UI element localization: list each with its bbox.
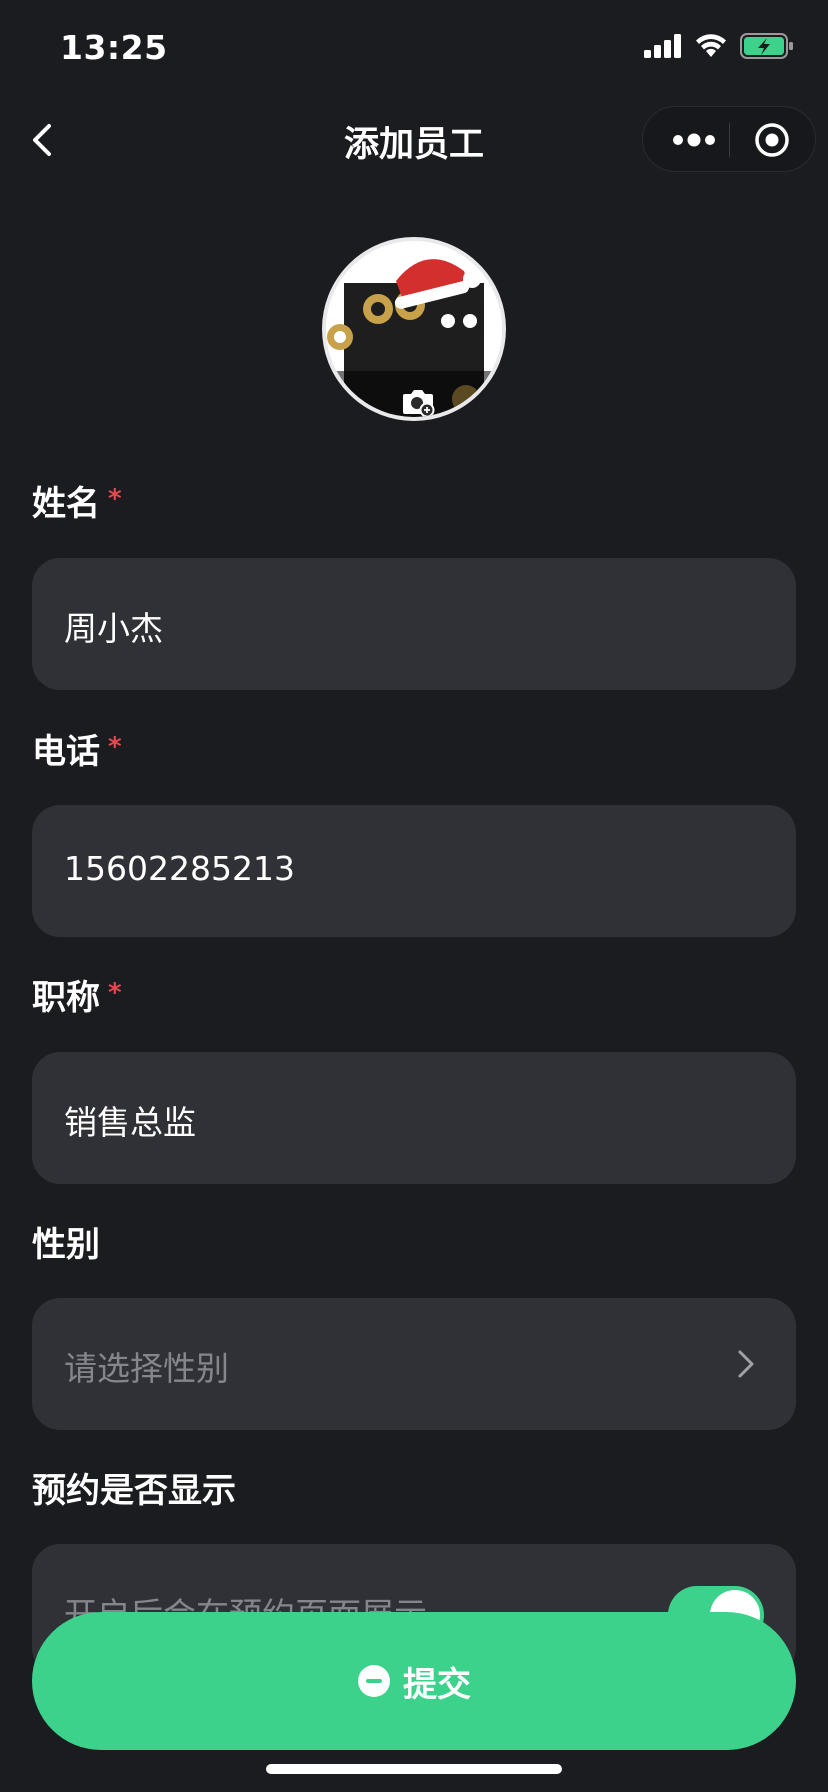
job-title-value: 销售总监 [64, 1103, 196, 1142]
submit-label: 提交 [403, 1664, 471, 1705]
gender-label: 性别 [32, 1217, 100, 1266]
signal-icon [644, 34, 681, 58]
home-indicator [266, 1764, 562, 1774]
gender-placeholder: 请选择性别 [64, 1349, 229, 1388]
gender-label-text: 性别 [32, 1225, 100, 1265]
status-time: 13:25 [60, 28, 168, 67]
close-target-icon[interactable] [753, 121, 791, 159]
mini-program-capsule [642, 106, 816, 172]
gender-select[interactable]: 请选择性别 [32, 1298, 796, 1430]
name-label-text: 姓名 [32, 484, 100, 524]
phone-value: 15602285213 [64, 849, 295, 888]
required-mark: * [108, 978, 122, 1008]
wifi-icon [696, 34, 726, 57]
job-title-label: 职称 * [32, 970, 122, 1019]
phone-label-text: 电话 [32, 732, 100, 772]
name-field[interactable]: 周小杰 [32, 558, 796, 690]
capsule-divider [729, 123, 730, 157]
phone-field[interactable]: 15602285213 [32, 805, 796, 937]
required-mark: * [108, 484, 122, 514]
name-value: 周小杰 [64, 609, 163, 648]
camera-add-icon [403, 390, 435, 417]
booking-display-label: 预约是否显示 [32, 1463, 236, 1512]
battery-icon [740, 33, 793, 59]
submit-icon [358, 1665, 390, 1697]
booking-display-label-text: 预约是否显示 [32, 1471, 236, 1511]
status-icons [644, 32, 794, 60]
more-icon[interactable] [671, 125, 717, 155]
phone-label: 电话 * [32, 724, 122, 773]
submit-button[interactable]: 提交 [32, 1612, 796, 1750]
job-title-label-text: 职称 [32, 978, 100, 1018]
job-title-field[interactable]: 销售总监 [32, 1052, 796, 1184]
status-bar: 13:25 [0, 0, 828, 100]
required-mark: * [108, 732, 122, 762]
avatar-upload[interactable] [322, 237, 506, 421]
chevron-right-icon [738, 1350, 754, 1378]
name-label: 姓名 * [32, 476, 122, 525]
